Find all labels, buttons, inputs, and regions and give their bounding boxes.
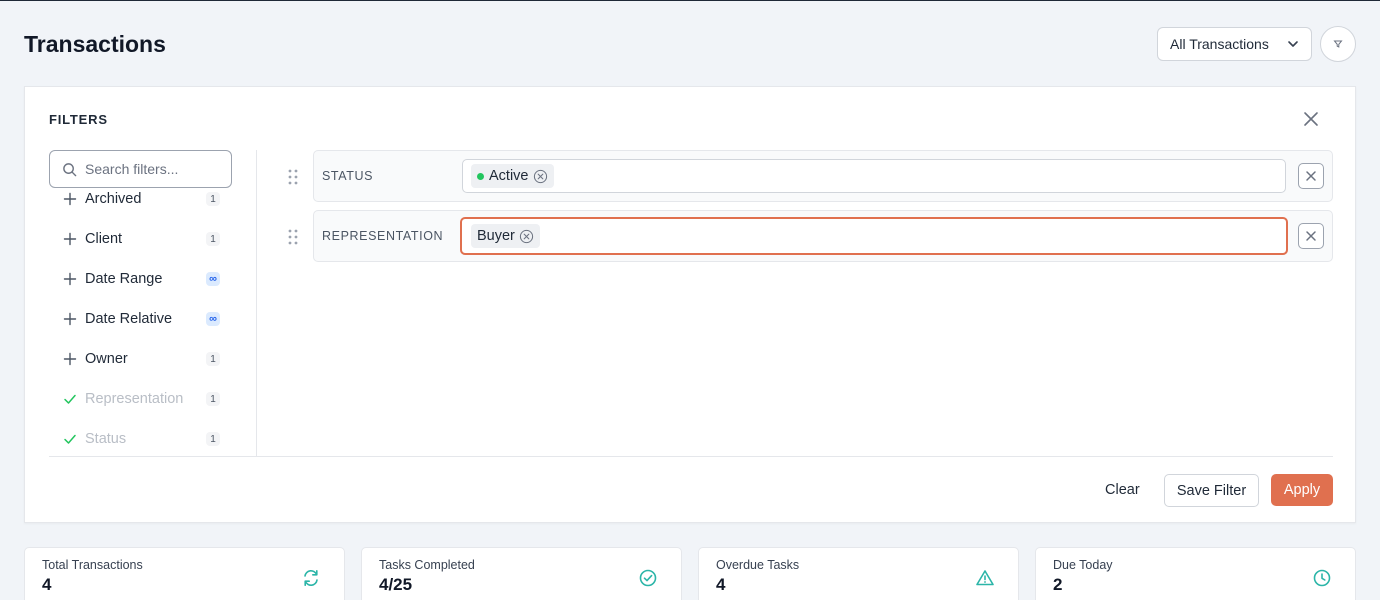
field-item-label: Date Range [85, 271, 163, 287]
stat-value: 4 [42, 575, 52, 594]
clear-button[interactable]: Clear [1095, 474, 1150, 506]
representation-value-input[interactable]: Buyer [460, 217, 1288, 255]
count-badge: ∞ [206, 272, 220, 286]
count-badge: 1 [206, 232, 220, 246]
view-select-dropdown[interactable]: All Transactions [1157, 27, 1312, 61]
clock-icon [1313, 569, 1331, 587]
field-item-archived[interactable]: Archived 1 [49, 192, 232, 219]
stat-label: Total Transactions [42, 558, 143, 572]
stat-card-tasks-completed: Tasks Completed 4/25 [361, 547, 682, 600]
drag-handle-icon[interactable] [287, 168, 299, 186]
chevron-down-icon [1288, 41, 1298, 47]
field-item-owner[interactable]: Owner 1 [49, 339, 232, 379]
filter-toggle-button[interactable] [1320, 26, 1356, 62]
close-icon[interactable] [1301, 109, 1321, 129]
chip-remove-icon[interactable] [533, 169, 548, 184]
field-item-date-range[interactable]: Date Range ∞ [49, 259, 232, 299]
count-badge: 1 [206, 432, 220, 446]
plus-icon [63, 272, 77, 286]
field-item-label: Client [85, 231, 123, 247]
status-dot [477, 172, 484, 180]
plus-icon [63, 192, 77, 206]
chip-remove-icon[interactable] [519, 229, 534, 244]
stat-value: 2 [1053, 575, 1063, 594]
count-badge: ∞ [206, 312, 220, 326]
chip-label: Buyer [477, 228, 515, 244]
plus-icon [63, 232, 77, 246]
check-circle-icon [639, 569, 657, 587]
field-item-label: Archived [85, 192, 142, 207]
field-item-date-relative[interactable]: Date Relative ∞ [49, 299, 232, 339]
count-badge: 1 [206, 352, 220, 366]
filter-row-label: REPRESENTATION [322, 229, 444, 243]
drag-handle-icon[interactable] [287, 228, 299, 246]
stat-card-overdue-tasks: Overdue Tasks 4 [698, 547, 1019, 600]
apply-button[interactable]: Apply [1271, 474, 1333, 506]
remove-row-button[interactable] [1298, 163, 1324, 189]
field-item-label: Date Relative [85, 311, 173, 327]
stat-value: 4/25 [379, 575, 413, 594]
warning-icon [976, 570, 994, 586]
plus-icon [63, 352, 77, 366]
close-icon [1306, 231, 1316, 241]
count-badge: 1 [206, 192, 220, 206]
chip-buyer: Buyer [471, 224, 540, 248]
chip-label: Active [489, 168, 529, 184]
field-item-label: Owner [85, 351, 128, 367]
filter-row-status: STATUS Active [313, 150, 1333, 202]
stat-card-total-transactions: Total Transactions 4 [24, 547, 345, 600]
count-badge: 1 [206, 392, 220, 406]
filters-panel-title: FILTERS [49, 112, 108, 127]
horizontal-divider [49, 456, 1333, 457]
field-item-label: Status [85, 431, 127, 447]
search-filters-input[interactable] [85, 161, 225, 177]
filters-panel: FILTERS Archived 1 Client 1 Date Range ∞… [24, 86, 1356, 523]
search-filters-box[interactable] [49, 150, 232, 188]
stat-label: Due Today [1053, 558, 1113, 572]
filter-icon [1333, 40, 1343, 48]
stat-value: 4 [716, 575, 726, 594]
refresh-icon [304, 570, 318, 586]
field-item-status: Status 1 [49, 419, 232, 455]
filter-row-label: STATUS [322, 169, 374, 183]
stat-label: Tasks Completed [379, 558, 475, 572]
plus-icon [63, 312, 77, 326]
remove-row-button[interactable] [1298, 223, 1324, 249]
field-item-client[interactable]: Client 1 [49, 219, 232, 259]
search-icon [63, 162, 77, 176]
status-value-input[interactable]: Active [462, 159, 1286, 193]
page-title: Transactions [24, 31, 166, 57]
chip-active: Active [471, 164, 554, 188]
filter-row-representation: REPRESENTATION Buyer [313, 210, 1333, 262]
save-filter-button[interactable]: Save Filter [1164, 474, 1259, 507]
field-item-label: Representation [85, 391, 184, 407]
check-icon [63, 432, 77, 446]
check-icon [63, 392, 77, 406]
stat-card-due-today: Due Today 2 [1035, 547, 1356, 600]
view-select-label: All Transactions [1170, 36, 1269, 52]
vertical-divider [256, 150, 257, 456]
close-icon [1306, 171, 1316, 181]
field-item-representation: Representation 1 [49, 379, 232, 419]
stat-label: Overdue Tasks [716, 558, 800, 572]
field-list: Archived 1 Client 1 Date Range ∞ Date Re… [49, 192, 232, 455]
